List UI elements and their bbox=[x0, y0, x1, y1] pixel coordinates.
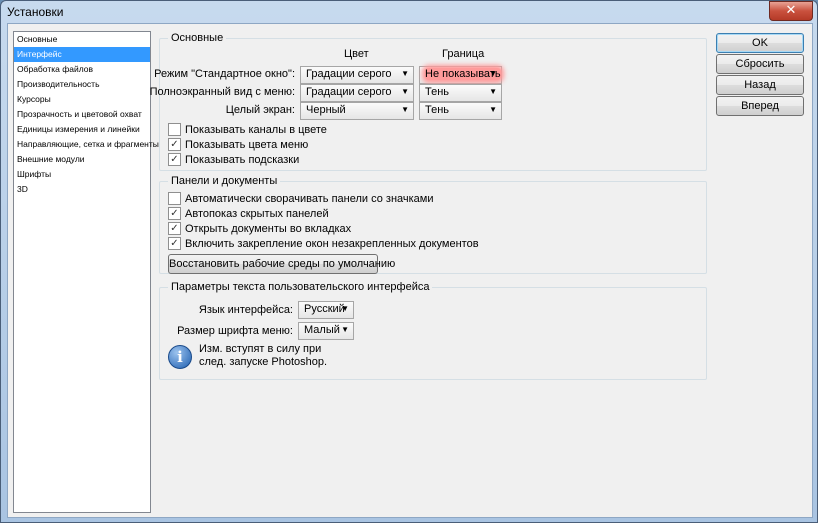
chevron-down-icon: ▼ bbox=[489, 87, 497, 96]
chevron-down-icon: ▼ bbox=[341, 325, 349, 334]
fullscreen-menu-color-select[interactable]: Градации серого ▼ bbox=[300, 84, 414, 102]
window-title: Установки bbox=[7, 5, 64, 19]
ui-language-label: Язык интерфейса: bbox=[198, 304, 293, 316]
close-icon: ✕ bbox=[785, 3, 797, 18]
sidebar-item-performance[interactable]: Производительность bbox=[14, 77, 150, 92]
show-tooltips-checkbox[interactable]: ✓ Показывать подсказки bbox=[168, 153, 299, 166]
open-docs-as-tabs-checkbox[interactable]: ✓ Открыть документы во вкладках bbox=[168, 222, 351, 235]
forward-button[interactable]: Вперед bbox=[716, 96, 804, 116]
fullscreen-menu-border-select[interactable]: Тень ▼ bbox=[419, 84, 502, 102]
ok-button[interactable]: OK bbox=[716, 33, 804, 53]
preferences-window: Установки ✕ Основные Интерфейс Обработка… bbox=[0, 0, 818, 523]
ui-text-legend: Параметры текста пользовательского интер… bbox=[168, 281, 433, 293]
sidebar-item-file-handling[interactable]: Обработка файлов bbox=[14, 62, 150, 77]
sidebar-item-cursors[interactable]: Курсоры bbox=[14, 92, 150, 107]
checkbox-box bbox=[168, 192, 181, 205]
sidebar-item-general[interactable]: Основные bbox=[14, 32, 150, 47]
checkmark-icon: ✓ bbox=[168, 153, 181, 166]
auto-show-hidden-panels-checkbox[interactable]: ✓ Автопоказ скрытых панелей bbox=[168, 207, 329, 220]
standard-window-color-select[interactable]: Градации серого ▼ bbox=[300, 66, 414, 84]
ui-language-select[interactable]: Русский ▼ bbox=[298, 301, 354, 319]
category-list[interactable]: Основные Интерфейс Обработка файлов Прои… bbox=[13, 31, 159, 513]
checkmark-icon: ✓ bbox=[168, 237, 181, 250]
general-legend: Основные bbox=[168, 32, 227, 44]
fullscreen-label: Целый экран: bbox=[225, 104, 295, 116]
checkbox-box bbox=[168, 123, 181, 136]
restore-workspaces-button[interactable]: Восстановить рабочие среды по умолчанию bbox=[168, 254, 395, 274]
menu-font-size-select[interactable]: Малый ▼ bbox=[298, 322, 354, 340]
fullscreen-menu-label: Полноэкранный вид с меню: bbox=[149, 86, 295, 98]
chevron-down-icon: ▼ bbox=[341, 304, 349, 313]
sidebar-item-units[interactable]: Единицы измерения и линейки bbox=[14, 122, 150, 137]
chevron-down-icon: ▼ bbox=[401, 87, 409, 96]
general-group: Основные Цвет Граница Режим "Стандартное… bbox=[150, 32, 707, 171]
title-bar[interactable]: Установки ✕ bbox=[1, 1, 817, 23]
info-icon: i bbox=[168, 345, 192, 369]
border-column-header: Граница bbox=[442, 48, 485, 60]
chevron-down-icon: ▼ bbox=[401, 69, 409, 78]
restart-note: Изм. вступят в силу при след. запуске Ph… bbox=[199, 343, 327, 369]
fullscreen-color-select[interactable]: Черный ▼ bbox=[300, 102, 414, 120]
panels-legend: Панели и документы bbox=[168, 175, 281, 187]
sidebar-item-guides[interactable]: Направляющие, сетка и фрагменты bbox=[14, 137, 159, 152]
chevron-down-icon: ▼ bbox=[401, 105, 409, 114]
checkmark-icon: ✓ bbox=[168, 222, 181, 235]
panels-group: Панели и документы Автоматически сворачи… bbox=[159, 175, 707, 274]
enable-floating-doc-docking-checkbox[interactable]: ✓ Включить закрепление окон незакрепленны… bbox=[168, 237, 479, 250]
show-menu-colors-checkbox[interactable]: ✓ Показывать цвета меню bbox=[168, 138, 308, 151]
standard-window-border-select[interactable]: Не показывать ▼ bbox=[419, 66, 502, 84]
sidebar-item-transparency[interactable]: Прозрачность и цветовой охват bbox=[14, 107, 150, 122]
sidebar-item-3d[interactable]: 3D bbox=[14, 182, 150, 197]
checkmark-icon: ✓ bbox=[168, 138, 181, 151]
show-channels-in-color-checkbox[interactable]: Показывать каналы в цвете bbox=[168, 123, 327, 136]
dialog-client-area: Основные Интерфейс Обработка файлов Прои… bbox=[7, 23, 813, 518]
ui-text-group: Параметры текста пользовательского интер… bbox=[159, 281, 707, 380]
close-button[interactable]: ✕ bbox=[769, 1, 813, 21]
restart-note-line-1: Изм. вступят в силу при bbox=[199, 343, 322, 355]
sidebar-item-interface[interactable]: Интерфейс bbox=[14, 47, 150, 62]
chevron-down-icon: ▼ bbox=[489, 105, 497, 114]
chevron-down-icon: ▼ bbox=[489, 69, 497, 78]
checkmark-icon: ✓ bbox=[168, 207, 181, 220]
auto-collapse-panels-checkbox[interactable]: Автоматически сворачивать панели со знач… bbox=[168, 192, 434, 205]
color-column-header: Цвет bbox=[344, 48, 369, 60]
reset-button[interactable]: Сбросить bbox=[716, 54, 804, 74]
standard-window-label: Режим "Стандартное окно": bbox=[154, 68, 295, 80]
fullscreen-border-select[interactable]: Тень ▼ bbox=[419, 102, 502, 120]
sidebar-item-type[interactable]: Шрифты bbox=[14, 167, 150, 182]
restart-note-line-2: след. запуске Photoshop. bbox=[199, 356, 328, 368]
menu-font-size-label: Размер шрифта меню: bbox=[177, 325, 293, 337]
sidebar-item-plugins[interactable]: Внешние модули bbox=[14, 152, 150, 167]
back-button[interactable]: Назад bbox=[716, 75, 804, 95]
